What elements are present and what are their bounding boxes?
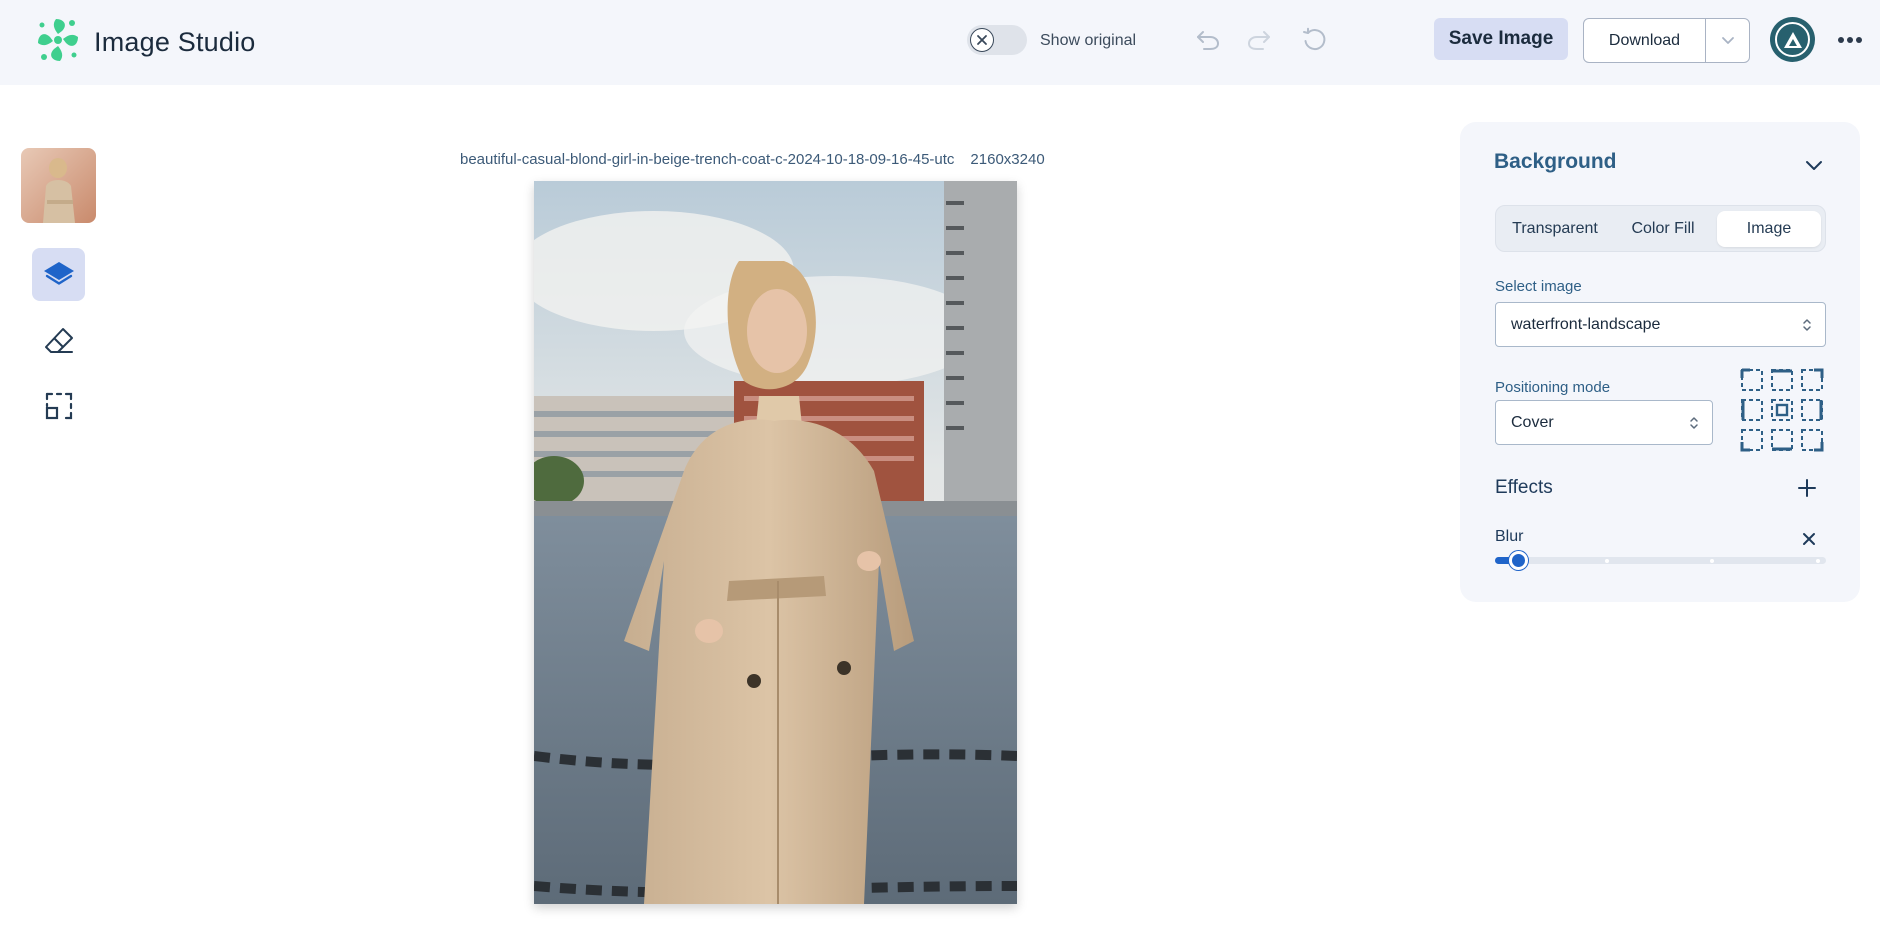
user-avatar[interactable]: [1770, 17, 1815, 62]
layers-tool[interactable]: [32, 248, 85, 301]
canvas-image[interactable]: [534, 181, 1017, 904]
panel-title: Background: [1494, 150, 1617, 173]
background-panel: Background Transparent Color Fill Image …: [1460, 122, 1860, 602]
file-info: beautiful-casual-blond-girl-in-beige-tre…: [460, 151, 1045, 168]
slider-tick: [1710, 559, 1714, 563]
eraser-icon: [44, 327, 73, 353]
image-thumbnail[interactable]: [21, 148, 96, 223]
crop-tool[interactable]: [32, 379, 85, 432]
blur-slider[interactable]: [1495, 550, 1826, 570]
slider-thumb[interactable]: [1509, 551, 1529, 570]
background-type-segmented-control: Transparent Color Fill Image: [1495, 205, 1826, 252]
layers-icon: [43, 261, 74, 285]
redo-icon: [1247, 31, 1270, 50]
positioning-mode-dropdown[interactable]: Cover: [1495, 400, 1713, 445]
file-dimensions: 2160x3240: [970, 151, 1045, 168]
top-bar: Image Studio Show original Save Image Do…: [0, 0, 1880, 85]
chevron-down-icon: [1721, 36, 1734, 44]
show-original-toggle[interactable]: [967, 25, 1027, 55]
eraser-tool[interactable]: [32, 314, 85, 367]
select-image-dropdown[interactable]: waterfront-landscape: [1495, 302, 1826, 347]
more-horizontal-icon: [1838, 37, 1862, 43]
crop-selection-icon: [45, 392, 72, 419]
anchor-grid-icon: [1740, 368, 1824, 452]
save-image-button[interactable]: Save Image: [1434, 18, 1568, 60]
effects-label: Effects: [1495, 477, 1553, 498]
download-options-button[interactable]: [1706, 19, 1749, 62]
segment-image[interactable]: Image: [1717, 211, 1821, 247]
segment-transparent[interactable]: Transparent: [1500, 211, 1610, 247]
add-effect-button[interactable]: [1793, 474, 1821, 502]
redo-button[interactable]: [1243, 24, 1275, 56]
logo-icon: [34, 15, 82, 70]
select-image-value: waterfront-landscape: [1511, 315, 1661, 333]
slider-tick: [1816, 559, 1820, 563]
blur-label: Blur: [1495, 528, 1524, 545]
collapse-panel-button[interactable]: [1800, 152, 1828, 180]
plus-icon: [1798, 479, 1816, 497]
chevron-up-down-icon: [1690, 417, 1698, 429]
download-split-button: Download: [1583, 18, 1750, 63]
more-options-button[interactable]: [1834, 26, 1866, 54]
positioning-mode-label: Positioning mode: [1495, 379, 1611, 396]
file-name: beautiful-casual-blond-girl-in-beige-tre…: [460, 151, 955, 168]
chevron-up-down-icon: [1803, 319, 1811, 331]
slider-track: [1495, 557, 1826, 564]
app-title: Image Studio: [94, 27, 256, 57]
positioning-mode-value: Cover: [1511, 413, 1554, 431]
undo-icon: [1197, 31, 1220, 50]
select-image-label: Select image: [1495, 278, 1582, 295]
close-icon: [1803, 533, 1815, 545]
reset-button[interactable]: [1298, 24, 1330, 56]
remove-blur-button[interactable]: [1797, 527, 1821, 551]
anchor-position-grid[interactable]: [1740, 368, 1824, 452]
segment-color-fill[interactable]: Color Fill: [1610, 211, 1716, 247]
chevron-down-icon: [1806, 161, 1822, 170]
undo-button[interactable]: [1192, 24, 1224, 56]
avatar-logo-icon: [1783, 31, 1802, 48]
download-button[interactable]: Download: [1584, 19, 1706, 62]
brand: Image Studio: [34, 15, 256, 70]
show-original-label: Show original: [1040, 32, 1137, 49]
slider-tick: [1605, 559, 1609, 563]
toggle-off-icon: [970, 28, 994, 52]
reset-icon: [1303, 27, 1326, 51]
